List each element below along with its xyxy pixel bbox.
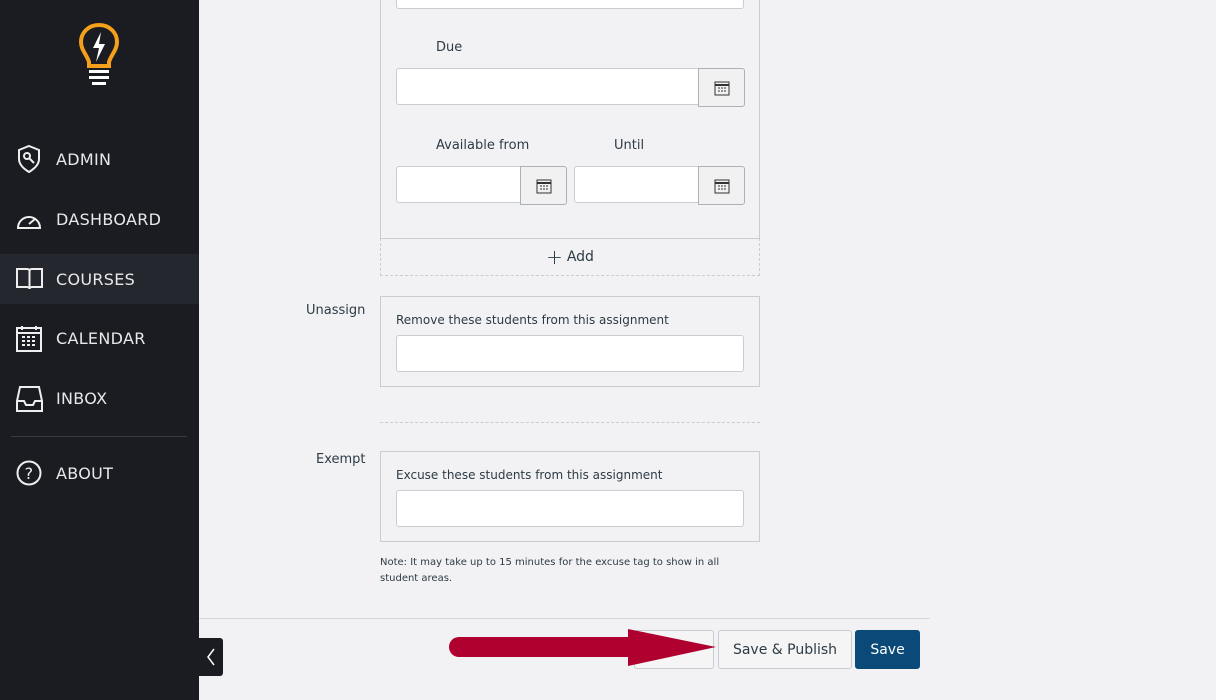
lightbulb-logo-icon: [78, 22, 120, 85]
chevron-left-icon: [207, 648, 215, 666]
available-from-label: Available from: [436, 138, 530, 153]
book-icon: [16, 268, 43, 290]
save-button[interactable]: Save: [855, 630, 920, 669]
unassign-hint: Remove these students from this assignme…: [396, 313, 669, 327]
sidebar: ADMIN DASHBOARD COURSES CALENDAR INBOX ?…: [0, 0, 199, 700]
section-divider: [380, 422, 760, 423]
exempt-input[interactable]: [396, 490, 744, 527]
annotation-arrow: [449, 629, 716, 666]
shield-key-icon: [18, 144, 40, 174]
plus-icon: +: [546, 245, 563, 269]
svg-text:?: ?: [25, 464, 34, 483]
until-input[interactable]: [574, 166, 700, 203]
inbox-icon: [16, 385, 43, 412]
due-calendar-button[interactable]: [698, 68, 745, 107]
add-label: Add: [566, 249, 594, 265]
until-calendar-button[interactable]: [698, 166, 745, 205]
exempt-hint: Excuse these students from this assignme…: [396, 468, 663, 482]
sidebar-item-label: INBOX: [56, 388, 108, 408]
sidebar-item-admin[interactable]: ADMIN: [0, 134, 199, 184]
exempt-note: Note: It may take up to 15 minutes for t…: [380, 557, 720, 584]
footer-divider: [199, 618, 930, 619]
unassign-label: Unassign: [306, 303, 366, 318]
speedometer-icon: [16, 216, 42, 229]
available-from-input[interactable]: [396, 166, 522, 203]
sidebar-item-dashboard[interactable]: DASHBOARD: [0, 194, 199, 244]
sidebar-item-label: ABOUT: [56, 463, 114, 483]
collapse-sidebar-button[interactable]: [199, 638, 223, 676]
sidebar-item-label: CALENDAR: [56, 328, 146, 348]
sidebar-item-label: COURSES: [56, 269, 136, 289]
until-label: Until: [614, 138, 645, 153]
calendar-icon: [714, 179, 729, 193]
due-date-input[interactable]: [396, 68, 700, 105]
sidebar-item-courses[interactable]: COURSES: [0, 254, 199, 304]
available-from-calendar-button[interactable]: [520, 166, 567, 205]
unassign-input[interactable]: [396, 335, 744, 372]
sidebar-item-about[interactable]: ? ABOUT: [0, 448, 199, 498]
sidebar-divider: [11, 436, 187, 437]
assign-to-input[interactable]: [396, 0, 744, 9]
save-publish-button[interactable]: Save & Publish: [718, 630, 852, 669]
sidebar-item-label: DASHBOARD: [56, 209, 162, 229]
sidebar-item-calendar[interactable]: CALENDAR: [0, 313, 199, 363]
add-assignee-button[interactable]: + Add: [380, 238, 760, 276]
calendar-icon: [16, 325, 42, 352]
sidebar-item-inbox[interactable]: INBOX: [0, 373, 199, 423]
sidebar-item-label: ADMIN: [56, 149, 112, 169]
question-circle-icon: ?: [16, 460, 42, 486]
due-label: Due: [436, 40, 463, 55]
calendar-icon: [714, 81, 729, 95]
exempt-label: Exempt: [316, 452, 366, 467]
calendar-icon: [536, 179, 551, 193]
